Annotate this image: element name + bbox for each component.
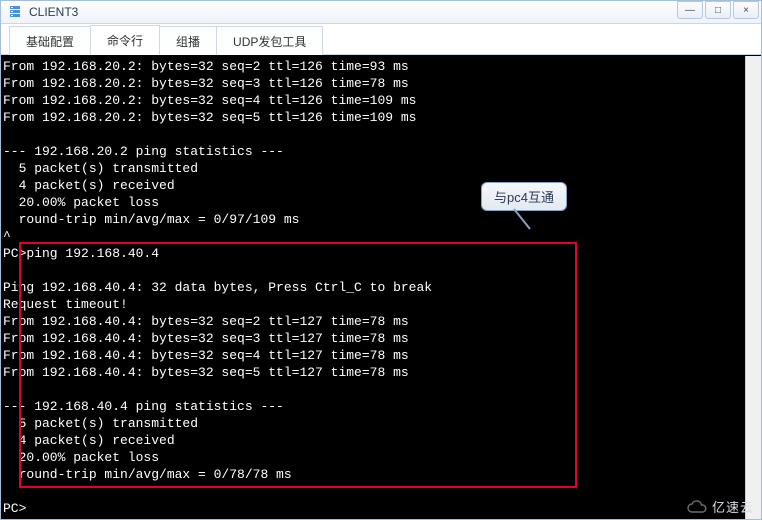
callout-tail-icon [512,207,542,237]
callout-text: 与pc4互通 [494,190,554,205]
tab-basic-config[interactable]: 基础配置 [9,26,91,55]
maximize-button[interactable]: □ [705,1,731,19]
titlebar: CLIENT3 — □ × [1,1,761,24]
window-title: CLIENT3 [29,5,78,19]
app-window: CLIENT3 — □ × 基础配置 命令行 组播 UDP发包工具 From 1… [0,0,762,520]
vertical-scrollbar[interactable] [745,56,761,519]
tab-command-line[interactable]: 命令行 [90,25,160,55]
minimize-icon: — [685,5,695,16]
tab-multicast[interactable]: 组播 [159,26,217,55]
app-icon [7,4,23,20]
tab-bar: 基础配置 命令行 组播 UDP发包工具 [1,24,761,55]
close-button[interactable]: × [733,1,759,19]
terminal-area: From 192.168.20.2: bytes=32 seq=2 ttl=12… [1,55,761,519]
terminal-output-1: From 192.168.20.2: bytes=32 seq=2 ttl=12… [3,59,416,244]
terminal-output-2: PC>ping 192.168.40.4 Ping 192.168.40.4: … [3,246,432,482]
callout-bubble: 与pc4互通 [481,182,567,211]
close-icon: × [743,5,749,16]
tab-udp-tool[interactable]: UDP发包工具 [216,26,323,55]
maximize-icon: □ [715,5,721,16]
terminal-prompt: PC> [3,501,26,516]
window-controls: — □ × [677,1,759,19]
terminal[interactable]: From 192.168.20.2: bytes=32 seq=2 ttl=12… [1,56,761,519]
minimize-button[interactable]: — [677,1,703,19]
